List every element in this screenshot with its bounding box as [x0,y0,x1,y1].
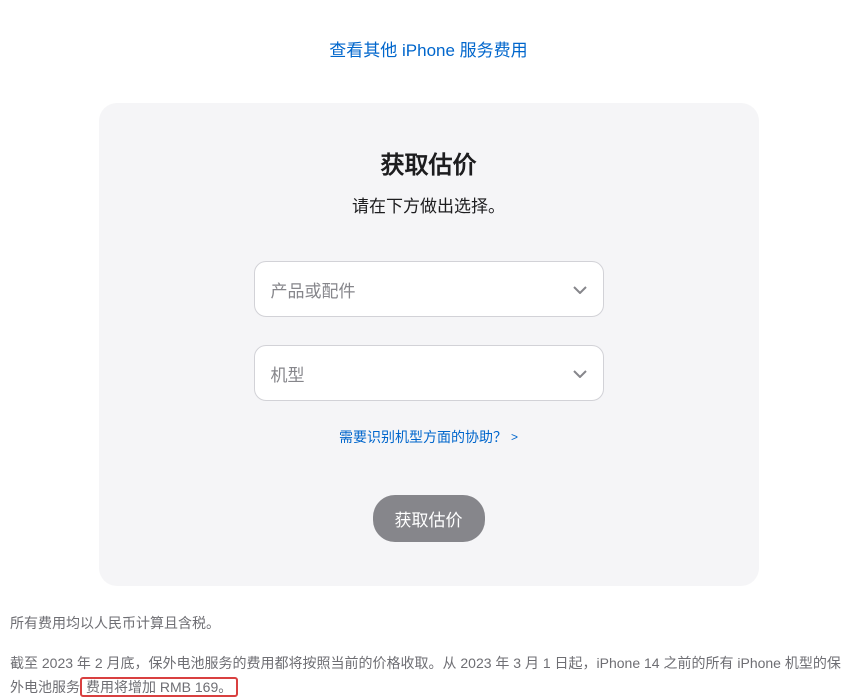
card-title: 获取估价 [129,145,729,180]
chevron-down-icon [573,279,587,299]
other-services-link[interactable]: 查看其他 iPhone 服务费用 [329,41,527,60]
model-select[interactable]: 机型 [254,345,604,401]
chevron-down-icon [573,363,587,383]
identify-model-help-link[interactable]: 需要识别机型方面的协助？ > [339,427,518,447]
help-link-label: 需要识别机型方面的协助？ [339,427,507,447]
get-estimate-button[interactable]: 获取估价 [373,495,485,542]
card-subtitle: 请在下方做出选择。 [129,192,729,217]
price-increase-highlight: 费用将增加 RMB 169。 [80,677,238,697]
product-select-placeholder: 产品或配件 [271,277,356,302]
model-select-placeholder: 机型 [271,361,305,386]
estimate-card: 获取估价 请在下方做出选择。 产品或配件 机型 需要识别机型方面的协助？ > 获… [99,103,759,586]
footer-line-1: 所有费用均以人民币计算且含税。 [10,612,847,636]
footer-line-2: 截至 2023 年 2 月底，保外电池服务的费用都将按照当前的价格收取。从 20… [10,652,847,699]
chevron-right-icon: > [511,430,518,444]
product-select[interactable]: 产品或配件 [254,261,604,317]
footer-notes: 所有费用均以人民币计算且含税。 截至 2023 年 2 月底，保外电池服务的费用… [10,612,847,699]
